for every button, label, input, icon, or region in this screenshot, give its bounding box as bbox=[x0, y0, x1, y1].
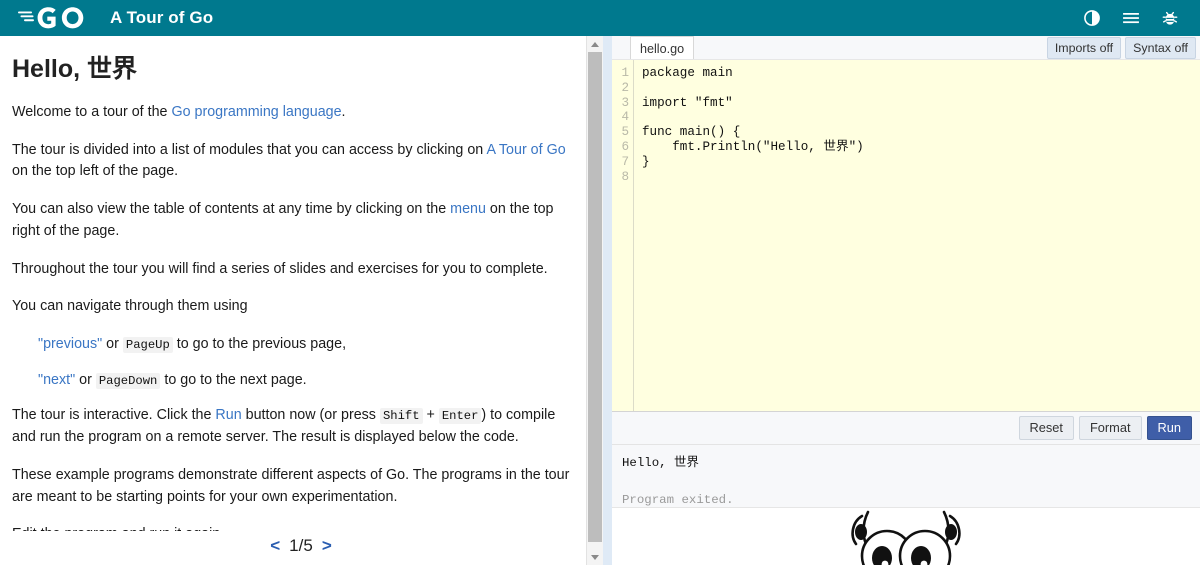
p1-text-a: Welcome to a tour of the bbox=[12, 104, 172, 120]
key-enter: Enter bbox=[438, 408, 482, 425]
lesson-scrollbar[interactable] bbox=[586, 36, 603, 565]
lesson-paragraph-6: The tour is interactive. Click the Run b… bbox=[12, 405, 574, 448]
p6-plus: + bbox=[422, 407, 439, 424]
reset-button[interactable]: Reset bbox=[1018, 416, 1074, 440]
go-logo bbox=[18, 5, 88, 31]
p6-text-a: The tour is interactive. Click the bbox=[12, 407, 216, 424]
output-result: Hello, 世界 bbox=[622, 456, 699, 470]
nav-prev-or: or bbox=[102, 336, 123, 353]
imports-toggle-button[interactable]: Imports off bbox=[1046, 36, 1122, 59]
key-pagedown: PageDown bbox=[95, 372, 161, 389]
link-next[interactable]: "next" bbox=[38, 372, 75, 388]
p2-text-b: on the top left of the page. bbox=[12, 163, 179, 180]
p1-text-b: . bbox=[341, 104, 346, 120]
code-text[interactable]: package main import "fmt" func main() { … bbox=[634, 60, 1200, 411]
prev-page-button[interactable]: < bbox=[270, 536, 280, 556]
editor-pane: hello.go Imports off Syntax off 1 2 3 4 … bbox=[602, 36, 1200, 565]
go-gopher-illustration bbox=[851, 510, 961, 565]
tab-bar-spacer bbox=[694, 36, 1047, 59]
tab-hello-go[interactable]: hello.go bbox=[630, 36, 695, 59]
bug-icon[interactable] bbox=[1160, 8, 1180, 28]
page-indicator: 1/5 bbox=[289, 536, 313, 555]
lesson-nav-next: "next" or PageDown to go to the next pag… bbox=[38, 370, 574, 392]
scroll-up-button[interactable] bbox=[586, 36, 603, 52]
key-shift: Shift bbox=[379, 408, 423, 425]
scroll-down-button[interactable] bbox=[586, 549, 603, 565]
chevron-up-icon bbox=[590, 41, 599, 47]
lesson-title: Hello, 世界 bbox=[12, 55, 138, 83]
link-run[interactable]: Run bbox=[215, 407, 241, 423]
nav-prev-tail: to go to the previous page, bbox=[172, 336, 347, 353]
lesson-paragraph-2: The tour is divided into a list of modul… bbox=[12, 140, 574, 183]
scrollbar-thumb[interactable] bbox=[587, 52, 602, 542]
key-pageup: PageUp bbox=[122, 337, 173, 354]
editor-action-bar: Reset Format Run bbox=[612, 412, 1200, 445]
app-header: A Tour of Go bbox=[0, 0, 1200, 36]
lesson-content: Hello, 世界 Welcome to a tour of the Go pr… bbox=[12, 54, 574, 531]
lesson-paragraph-1: Welcome to a tour of the Go programming … bbox=[12, 102, 574, 124]
tour-of-go-app: A Tour of Go Hello, 世界 Welcome to a tour… bbox=[0, 0, 1200, 565]
nav-next-tail: to go to the next page. bbox=[160, 371, 307, 388]
run-button[interactable]: Run bbox=[1146, 416, 1192, 440]
p6-text-b: button now (or press bbox=[241, 407, 380, 424]
lesson-nav-previous: "previous" or PageUp to go to the previo… bbox=[38, 334, 574, 356]
lesson-pane: Hello, 世界 Welcome to a tour of the Go pr… bbox=[0, 36, 603, 565]
link-previous[interactable]: "previous" bbox=[38, 336, 102, 352]
lesson-paragraph-7: These example programs demonstrate diffe… bbox=[12, 466, 570, 505]
editor-tab-bar: hello.go Imports off Syntax off bbox=[612, 36, 1200, 60]
p3-text-a: You can also view the table of contents … bbox=[12, 201, 451, 218]
format-button[interactable]: Format bbox=[1078, 416, 1142, 440]
hamburger-menu-icon[interactable] bbox=[1121, 8, 1141, 28]
gopher-illustration-area bbox=[612, 507, 1200, 565]
link-menu[interactable]: menu bbox=[450, 201, 486, 217]
syntax-toggle-button[interactable]: Syntax off bbox=[1125, 36, 1196, 59]
brand[interactable]: A Tour of Go bbox=[18, 5, 213, 31]
nav-next-or: or bbox=[75, 371, 96, 388]
chevron-down-icon bbox=[590, 554, 599, 560]
code-editor[interactable]: 1 2 3 4 5 6 7 8 package main import "fmt… bbox=[612, 60, 1200, 412]
output-status: Program exited. bbox=[622, 493, 734, 507]
page-title: A Tour of Go bbox=[110, 8, 214, 27]
lesson-paragraph-5: You can navigate through them using bbox=[12, 298, 248, 315]
lesson-paragraph-3: You can also view the table of contents … bbox=[12, 199, 574, 242]
pager: < 1/5 > bbox=[0, 531, 602, 565]
lesson-paragraph-8: Edit the program and run it again. bbox=[12, 524, 574, 531]
p2-text-a: The tour is divided into a list of modul… bbox=[12, 141, 487, 158]
next-page-button[interactable]: > bbox=[322, 536, 332, 556]
lesson-paragraph-4: Throughout the tour you will find a seri… bbox=[12, 260, 548, 277]
lesson-scroll-area: Hello, 世界 Welcome to a tour of the Go pr… bbox=[0, 36, 602, 531]
link-go-programming-language[interactable]: Go programming language bbox=[171, 104, 341, 120]
editor-toggles: Imports off Syntax off bbox=[1046, 36, 1196, 59]
scrollbar-track[interactable] bbox=[586, 52, 603, 549]
header-actions bbox=[1082, 8, 1186, 28]
program-output: Hello, 世界 Program exited. bbox=[612, 445, 1200, 507]
main-split: Hello, 世界 Welcome to a tour of the Go pr… bbox=[0, 36, 1200, 565]
line-number-gutter: 1 2 3 4 5 6 7 8 bbox=[612, 60, 634, 411]
contrast-toggle-icon[interactable] bbox=[1082, 8, 1102, 28]
link-a-tour-of-go[interactable]: A Tour of Go bbox=[486, 142, 565, 158]
